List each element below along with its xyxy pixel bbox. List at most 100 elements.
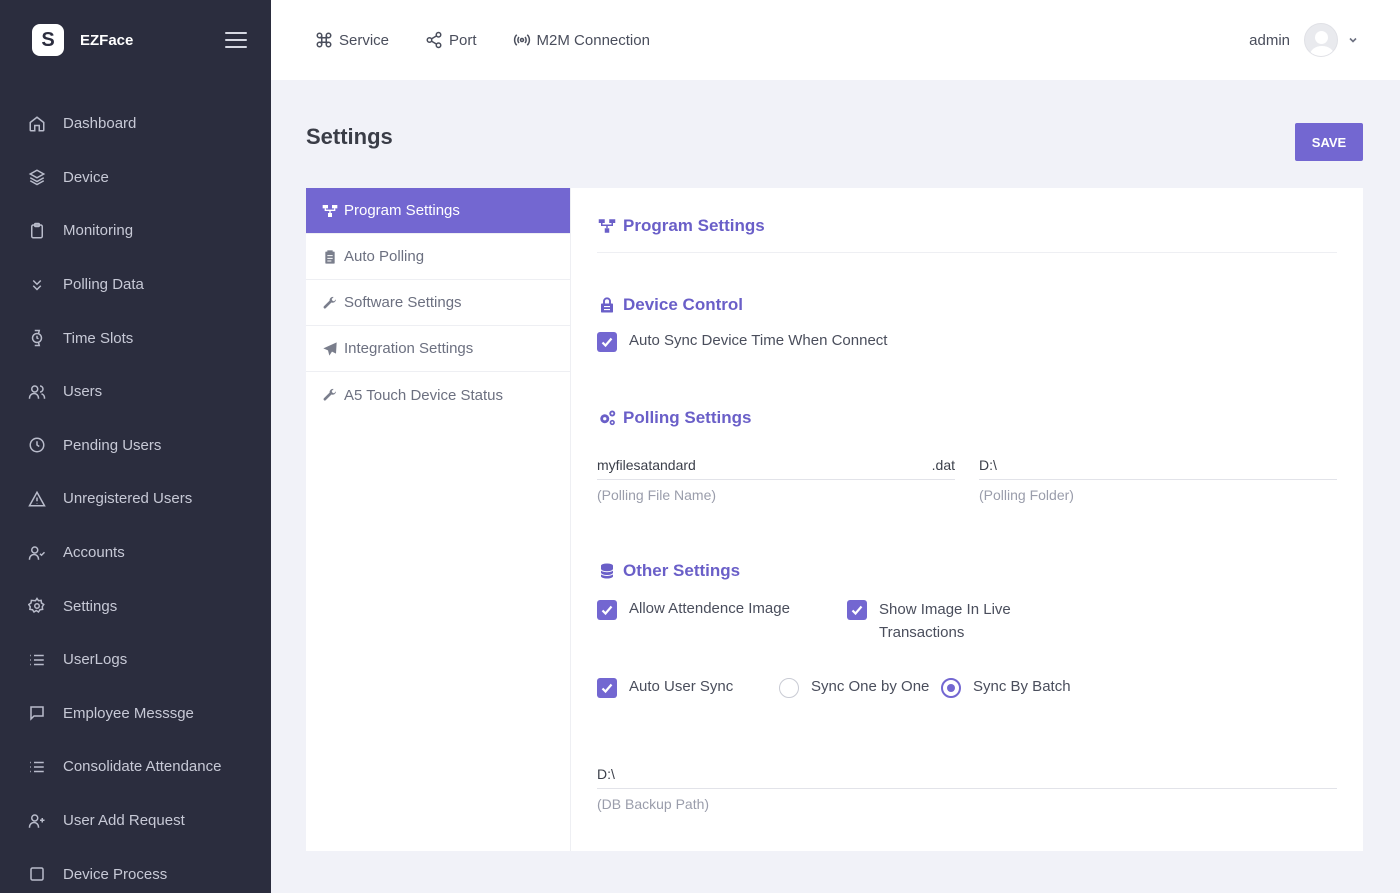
topbar-link-m2m[interactable]: M2M Connection (513, 31, 650, 49)
sidebar-item-unregistered-users[interactable]: Unregistered Users (0, 472, 271, 526)
menu-toggle-icon[interactable] (225, 32, 247, 48)
sidebar-item-users[interactable]: Users (0, 365, 271, 419)
sidebar: S EZFace Dashboard Device Monitoring Pol… (0, 0, 271, 893)
other-settings-title: Other Settings (597, 561, 740, 581)
sitemap-icon (322, 204, 338, 217)
sidebar-item-label: Device Process (63, 865, 168, 883)
wrench-icon (323, 388, 337, 401)
polling-folder-input[interactable] (979, 456, 1337, 473)
sidebar-item-userlogs[interactable]: UserLogs (0, 633, 271, 687)
tab-label: A5 Touch Device Status (344, 386, 503, 404)
allow-image-label: Allow Attendence Image (629, 600, 790, 617)
tab-a5-touch-device-status[interactable]: A5 Touch Device Status (306, 372, 570, 418)
wrench-icon (323, 296, 337, 309)
polling-settings-title-text: Polling Settings (623, 408, 752, 427)
db-backup-path-input[interactable] (597, 765, 1337, 782)
allow-image-option[interactable]: Allow Attendence Image (597, 600, 790, 620)
show-image-checkbox[interactable] (847, 600, 867, 620)
show-image-label-line1: Show Image In Live (879, 601, 1011, 618)
sidebar-item-device[interactable]: Device (0, 151, 271, 205)
sync-by-batch-label: Sync By Batch (973, 678, 1071, 695)
brand-logo-letter: S (41, 28, 55, 51)
sidebar-item-device-process[interactable]: Device Process (0, 847, 271, 893)
command-icon (316, 32, 332, 48)
list-icon (27, 650, 47, 670)
square-icon (27, 864, 47, 884)
page-title: Settings (306, 124, 393, 149)
sidebar-item-label: Dashboard (63, 115, 137, 133)
sync-by-batch-option[interactable]: Sync By Batch (941, 678, 1071, 698)
settings-tabs: Program Settings Auto Polling Software S… (306, 188, 571, 851)
sidebar-item-pending-users[interactable]: Pending Users (0, 419, 271, 473)
settings-pane: Program Settings Device Control Auto Syn… (597, 188, 1337, 851)
brand-logo[interactable]: S (32, 24, 64, 56)
chevron-down-icon[interactable] (1348, 35, 1358, 45)
auto-user-sync-checkbox[interactable] (597, 678, 617, 698)
sync-one-by-one-option[interactable]: Sync One by One (779, 678, 929, 698)
polling-file-name-input[interactable] (597, 456, 928, 473)
brand: S EZFace (0, 0, 271, 80)
clock-icon (27, 435, 47, 455)
show-image-label-line2: Transactions (879, 624, 965, 641)
sync-one-by-one-radio[interactable] (779, 678, 799, 698)
paper-plane-icon (323, 341, 337, 356)
show-image-option[interactable]: Show Image In Live Transactions (847, 600, 1011, 644)
list-icon (27, 757, 47, 777)
tab-label: Software Settings (344, 294, 462, 311)
auto-user-sync-label: Auto User Sync (629, 678, 734, 695)
sidebar-item-consolidate-attendance[interactable]: Consolidate Attendance (0, 740, 271, 794)
lock-icon (601, 297, 613, 313)
clipboard-icon (27, 221, 47, 241)
show-image-label: Show Image In Live Transactions (879, 598, 1011, 644)
sync-by-batch-radio[interactable] (941, 678, 961, 698)
save-button[interactable]: SAVE (1295, 123, 1363, 161)
sidebar-item-label: Pending Users (63, 436, 162, 454)
tab-software-settings[interactable]: Software Settings (306, 280, 570, 326)
sidebar-item-label: Employee Messsge (63, 704, 194, 722)
auto-user-sync-option[interactable]: Auto User Sync (597, 678, 733, 698)
sidebar-item-monitoring[interactable]: Monitoring (0, 204, 271, 258)
user-name[interactable]: admin (1249, 32, 1290, 49)
tab-integration-settings[interactable]: Integration Settings (306, 326, 570, 372)
auto-sync-time-checkbox[interactable] (597, 332, 617, 352)
sidebar-item-employee-message[interactable]: Employee Messsge (0, 687, 271, 741)
message-square-icon (27, 703, 47, 723)
database-icon (600, 563, 614, 579)
topbar-link-label: Port (449, 31, 477, 49)
tab-auto-polling[interactable]: Auto Polling (306, 234, 570, 280)
user-plus-icon (27, 811, 47, 831)
sidebar-item-user-add-request[interactable]: User Add Request (0, 794, 271, 848)
auto-sync-time-option[interactable]: Auto Sync Device Time When Connect (597, 332, 887, 352)
polling-folder-field[interactable] (979, 450, 1337, 480)
settings-card: Program Settings Auto Polling Software S… (306, 188, 1363, 851)
sidebar-item-dashboard[interactable]: Dashboard (0, 97, 271, 151)
topbar-link-service[interactable]: Service (315, 31, 389, 49)
sidebar-item-time-slots[interactable]: Time Slots (0, 311, 271, 365)
sidebar-item-label: Monitoring (63, 222, 134, 240)
polling-settings-title: Polling Settings (597, 408, 751, 428)
sidebar-item-settings[interactable]: Settings (0, 579, 271, 633)
sidebar-item-polling-data[interactable]: Polling Data (0, 258, 271, 312)
tab-program-settings[interactable]: Program Settings (306, 188, 570, 234)
pane-title: Program Settings (597, 216, 765, 236)
clipboard-icon (325, 249, 335, 264)
sidebar-item-label: Accounts (63, 544, 125, 562)
tab-label: Integration Settings (344, 340, 474, 357)
tab-label: Program Settings (344, 202, 460, 219)
avatar[interactable] (1304, 23, 1338, 57)
sidebar-item-label: User Add Request (63, 812, 185, 830)
polling-file-name-field[interactable]: .dat (597, 450, 955, 480)
sidebar-item-label: Consolidate Attendance (63, 758, 222, 776)
polling-folder-hint: (Polling Folder) (979, 487, 1074, 503)
pane-divider (597, 252, 1337, 253)
topbar-link-label: Service (339, 31, 390, 49)
allow-image-checkbox[interactable] (597, 600, 617, 620)
sidebar-item-label: Users (63, 383, 103, 401)
tab-label: Auto Polling (344, 248, 425, 265)
db-backup-path-field[interactable] (597, 759, 1337, 789)
user-check-icon (27, 543, 47, 563)
sidebar-item-label: Unregistered Users (63, 490, 193, 508)
topbar-link-port[interactable]: Port (425, 31, 477, 49)
sidebar-item-label: Device (63, 168, 109, 186)
sidebar-item-accounts[interactable]: Accounts (0, 526, 271, 580)
